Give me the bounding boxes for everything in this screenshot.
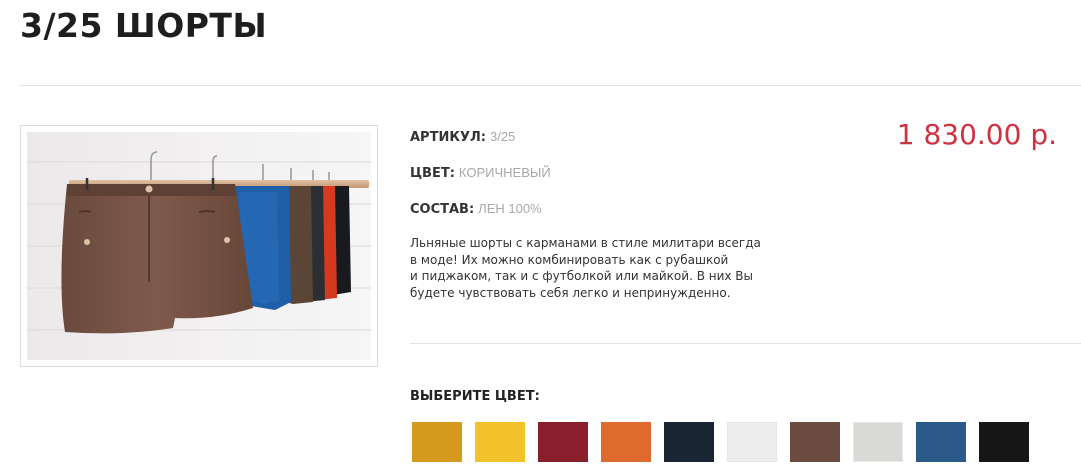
product-photo[interactable]	[27, 132, 371, 360]
spec-composition: СОСТАВ: ЛЕН 100%	[410, 201, 542, 217]
spec-sku-label: АРТИКУЛ:	[410, 130, 486, 145]
spec-composition-value: ЛЕН 100%	[478, 201, 542, 216]
spec-composition-label: СОСТАВ:	[410, 202, 475, 217]
spec-sku: АРТИКУЛ: 3/25	[410, 129, 515, 145]
color-swatch-black[interactable]	[979, 422, 1029, 462]
color-swatch-mustard[interactable]	[412, 422, 462, 462]
color-swatch-blue[interactable]	[916, 422, 966, 462]
color-swatch-list	[412, 422, 1052, 462]
description-line: будете чувствовать себя легко и непринуж…	[410, 285, 731, 300]
color-swatch-yellow[interactable]	[475, 422, 525, 462]
color-swatch-orange[interactable]	[601, 422, 651, 462]
description-line: и пиджаком, так и с футболкой или майкой…	[410, 269, 754, 283]
header-divider	[20, 85, 1081, 86]
spec-sku-value: 3/25	[489, 129, 516, 144]
spec-color-value: КОРИЧНЕВЫЙ	[458, 165, 551, 180]
color-swatch-white[interactable]	[727, 422, 777, 462]
color-swatch-brown[interactable]	[790, 422, 840, 462]
page-title: 3/25 ШОРТЫ	[20, 6, 268, 45]
product-image-frame[interactable]	[20, 125, 378, 367]
color-swatch-navy[interactable]	[664, 422, 714, 462]
description-line: в моде! Их можно комбинировать как с руб…	[410, 252, 729, 267]
spec-color: ЦВЕТ: КОРИЧНЕВЫЙ	[410, 165, 551, 181]
description-line: Льняные шорты с карманами в стиле милита…	[410, 236, 761, 250]
product-price: 1 830.00 р.	[896, 118, 1057, 151]
choose-color-label: ВЫБЕРИТЕ ЦВЕТ:	[410, 389, 540, 404]
product-description: Льняные шорты с карманами в стиле милита…	[410, 235, 780, 301]
color-swatch-light-gray[interactable]	[853, 422, 903, 462]
spec-color-label: ЦВЕТ:	[410, 166, 455, 181]
section-divider	[410, 343, 1081, 344]
color-swatch-burgundy[interactable]	[538, 422, 588, 462]
